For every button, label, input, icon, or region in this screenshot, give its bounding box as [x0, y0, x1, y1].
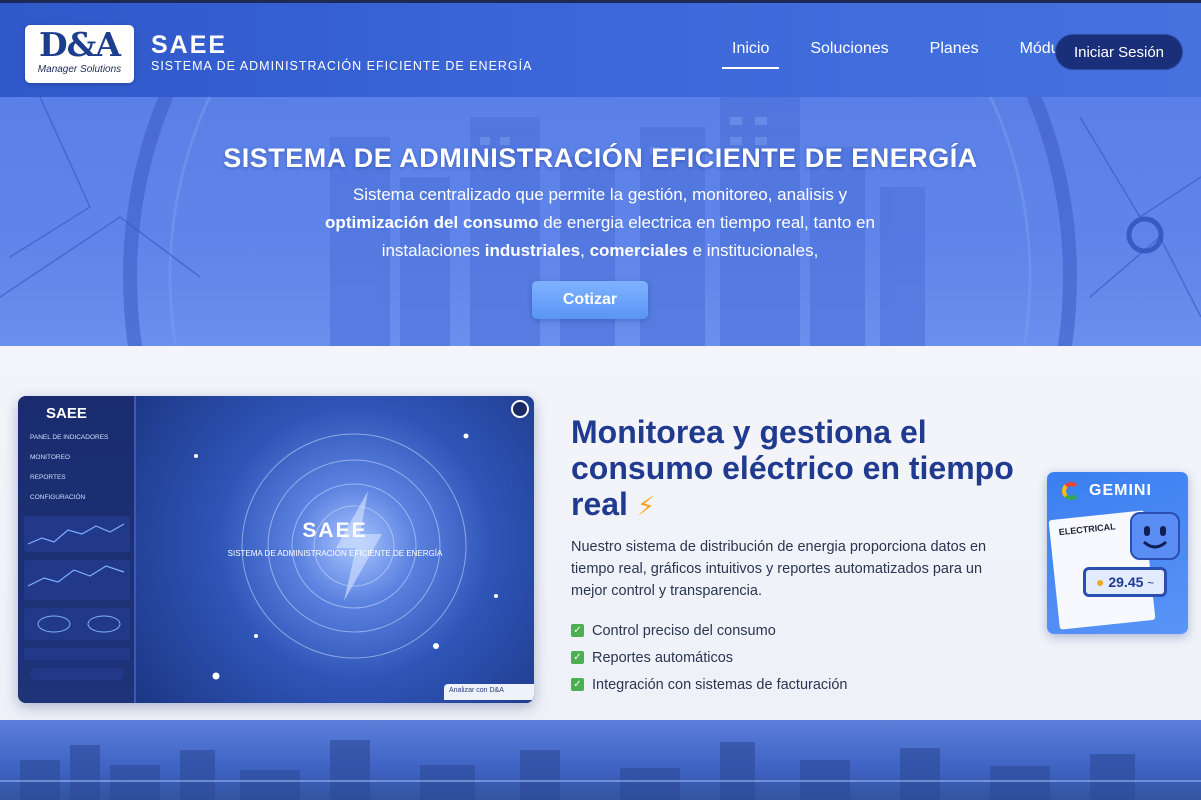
mockup-label-panel: PANEL DE INDICADORES — [30, 434, 109, 441]
feature-description: Nuestro sistema de distribución de energ… — [571, 539, 987, 599]
feature-item-label: Reportes automáticos — [592, 649, 734, 666]
feature-section: SAEE PANEL DE INDICADORES MONITOREO REPO… — [0, 346, 1201, 720]
checkmark-icon: ✓ — [571, 624, 584, 637]
robot-face-drawing — [1142, 526, 1168, 549]
hero-text-bold-2: industriales — [484, 241, 581, 260]
hero-title: SISTEMA DE ADMINISTRACIÓN EFICIENTE DE E… — [223, 143, 978, 173]
nav-link-planes[interactable]: Planes — [920, 40, 989, 69]
city-skyline-graphic — [0, 740, 1201, 800]
footer-city-banner — [0, 720, 1201, 800]
gemini-logo-icon — [1062, 482, 1080, 500]
checkmark-icon: ✓ — [571, 678, 584, 691]
hero-text-line3-pre: instalaciones — [381, 241, 485, 260]
mockup-analyze-tag[interactable]: Analizar con D&A — [444, 684, 534, 700]
gemini-title: GEMINI — [1089, 482, 1152, 499]
list-item: ✓ Integración con sistemas de facturación — [571, 671, 848, 698]
robot-face-icon — [1130, 512, 1180, 560]
list-item: ✓ Reportes automáticos — [571, 644, 848, 671]
mockup-label-monitoreo: MONITOREO — [30, 454, 70, 461]
feature-item-label: Control preciso del consumo — [592, 622, 776, 639]
brand-logo[interactable]: D&A Manager Solutions — [25, 25, 134, 83]
dashboard-mockup: SAEE PANEL DE INDICADORES MONITOREO REPO… — [18, 396, 534, 703]
hero-text-line2: de energia electrica en tiempo real, tan… — [538, 213, 875, 232]
hero-text-line3-rest: e institucionales, — [687, 241, 819, 260]
feature-title: Monitorea y gestiona el consumo eléctric… — [571, 414, 1021, 524]
mockup-settings-icon[interactable] — [511, 400, 529, 418]
mockup-main-subtitle: SISTEMA DE ADMINISTRACIÓN EFICIENTE DE E… — [227, 549, 443, 558]
hero-text-bold-1: optimización del consumo — [325, 213, 539, 232]
logo-mark: D&A — [38, 25, 121, 64]
list-item: ✓ Control preciso del consumo — [571, 617, 848, 644]
mockup-label-reportes: REPORTES — [30, 474, 66, 481]
hero-text-line1: Sistema centralizado que permite la gest… — [352, 185, 848, 204]
hero-text-line3-mid: , — [580, 241, 590, 260]
hero-description: Sistema centralizado que permite la gest… — [270, 181, 930, 265]
feature-item-label: Integración con sistemas de facturación — [592, 676, 848, 693]
mockup-main-title: SAEE — [302, 519, 368, 542]
mockup-sidebar: SAEE PANEL DE INDICADORES MONITOREO REPO… — [18, 396, 136, 703]
bill-paper-label: ELECTRICAL — [1058, 521, 1117, 538]
gemini-promo-card[interactable]: GEMINI ELECTRICAL ● 29.45 ~ — [1047, 472, 1188, 634]
checkmark-icon: ✓ — [571, 651, 584, 664]
mockup-main-panel: SAEE SISTEMA DE ADMINISTRACIÓN EFICIENTE… — [136, 396, 534, 703]
nav-menu: Inicio Soluciones Planes Módulos — [722, 40, 1090, 69]
hero-text-bold-3: comerciales — [589, 241, 688, 260]
mockup-sidebar-graphs — [24, 516, 130, 680]
feature-list: ✓ Control preciso del consumo ✓ Reportes a… — [571, 617, 848, 698]
lightning-bolt-icon: ⚡ — [636, 491, 656, 521]
navbar: D&A Manager Solutions SAEE SISTEMA DE AD… — [0, 0, 1201, 97]
meter-suffix: ~ — [1147, 577, 1155, 590]
meter-display: ● 29.45 ~ — [1083, 567, 1167, 597]
brand-subtitle: SISTEMA DE ADMINISTRACIÓN EFICIENTE DE E… — [151, 59, 533, 73]
brand-title: SAEE — [151, 31, 228, 59]
hero-section: SISTEMA DE ADMINISTRACIÓN EFICIENTE DE E… — [0, 97, 1201, 346]
mockup-label-config: CONFIGURACIÓN — [30, 494, 86, 501]
mockup-sidebar-title: SAEE — [46, 405, 87, 422]
nav-link-inicio[interactable]: Inicio — [722, 40, 780, 69]
meter-value: 29.45 — [1108, 574, 1144, 590]
logo-subtitle: Manager Solutions — [37, 64, 122, 75]
energy-pin-icon: ● — [1096, 574, 1105, 590]
login-button[interactable]: Iniciar Sesión — [1055, 34, 1183, 70]
cotizar-button[interactable]: Cotizar — [532, 281, 648, 319]
nav-link-soluciones[interactable]: Soluciones — [800, 40, 898, 69]
